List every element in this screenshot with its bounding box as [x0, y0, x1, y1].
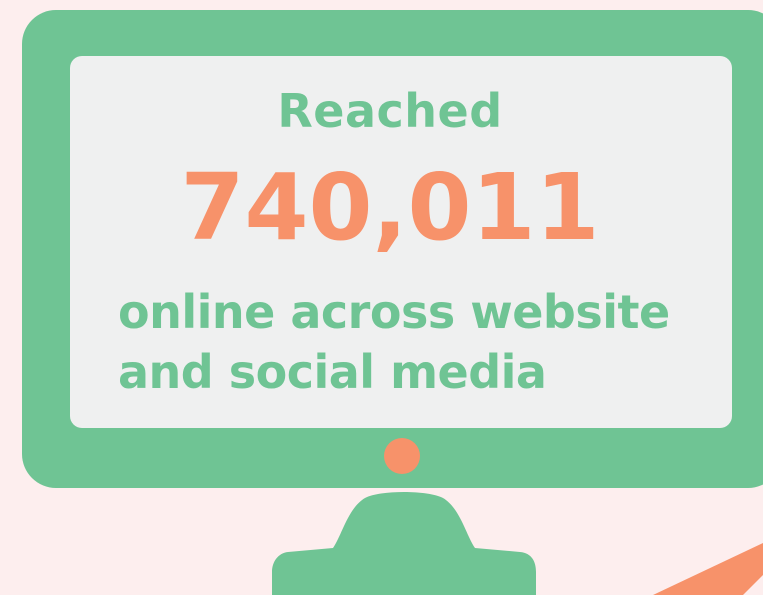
corner-decoration-icon	[653, 543, 763, 595]
monitor-stand-icon	[272, 492, 536, 595]
reach-description: online across website and social media	[118, 282, 718, 402]
headline-text: Reached	[277, 84, 503, 138]
infographic-canvas: Reached 740,011 online across website an…	[0, 0, 763, 595]
description-line-1: online across website	[118, 285, 670, 339]
reach-metric-value: 740,011	[180, 154, 600, 261]
description-line-2: and social media	[118, 345, 547, 399]
power-button-icon	[384, 438, 420, 474]
